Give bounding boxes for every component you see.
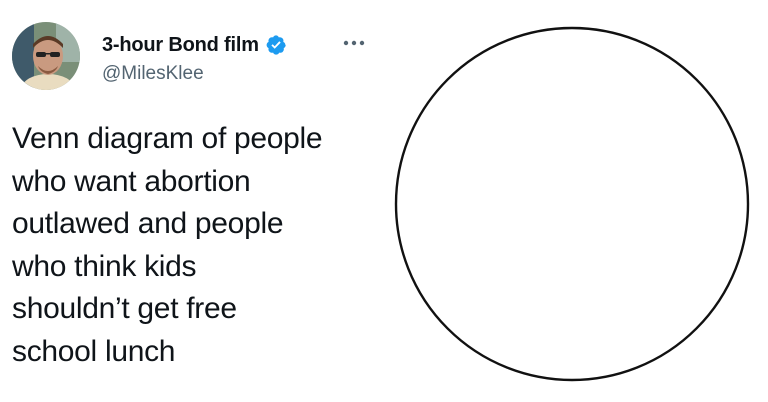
display-name[interactable]: 3-hour Bond film (102, 34, 259, 57)
tweet-text-line: Venn diagram of people (12, 122, 323, 155)
tweet-text-line: outlawed and people (12, 207, 284, 240)
avatar[interactable] (12, 22, 80, 90)
verified-badge-icon (265, 34, 287, 56)
tweet-text-line: school lunch (12, 334, 176, 368)
tweet-text-line: who want abortion (12, 164, 251, 198)
name-row: 3-hour Bond film (102, 33, 287, 57)
tweet-text-line: shouldn’t get free (12, 292, 237, 325)
tweet-text-line: who think kids (12, 249, 197, 283)
venn-diagram-image (394, 26, 750, 382)
author-block: 3-hour Bond film @MilesKlee (102, 33, 287, 85)
more-horizontal-icon (343, 40, 365, 46)
more-options-button[interactable] (334, 30, 374, 56)
tweet-header: 3-hour Bond film @MilesKlee (12, 22, 287, 90)
venn-circle (394, 26, 750, 382)
user-handle[interactable]: @MilesKlee (102, 63, 287, 85)
tweet-text: Venn diagram of people who want abortion… (12, 118, 392, 373)
avatar-image (12, 22, 80, 90)
